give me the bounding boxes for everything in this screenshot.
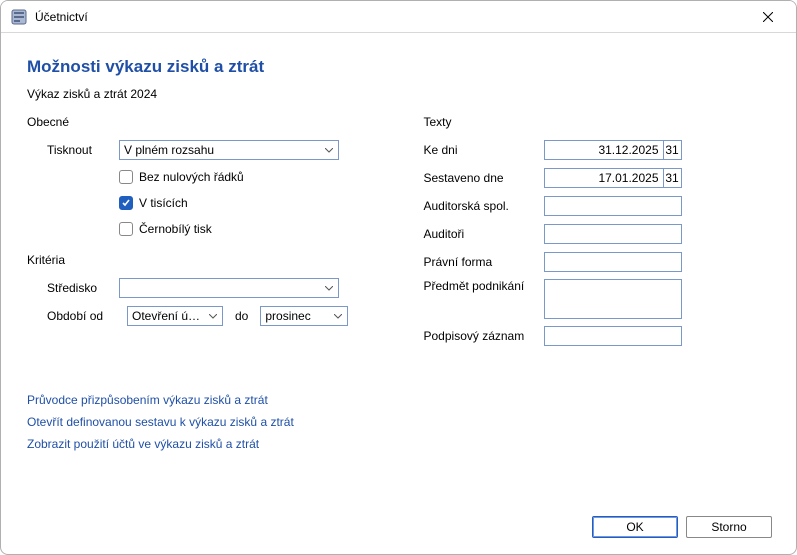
period-from-label: Období od (47, 309, 119, 323)
audit-spol-input[interactable] (544, 196, 682, 216)
checkbox-thousands[interactable]: V tisících (119, 193, 394, 213)
close-button[interactable] (748, 3, 788, 31)
window-title: Účetnictví (35, 10, 748, 24)
chevron-down-icon (320, 141, 338, 159)
period-to-label: do (235, 309, 248, 323)
checkbox-icon (119, 196, 133, 210)
podpis-label: Podpisový záznam (424, 329, 544, 343)
checkbox-bw[interactable]: Černobílý tisk (119, 219, 394, 239)
app-icon (11, 9, 27, 25)
pravni-forma-input[interactable] (544, 252, 682, 272)
period-to-combo[interactable]: prosinec (260, 306, 348, 326)
checkbox-bw-label: Černobílý tisk (139, 222, 212, 236)
checkbox-thousands-label: V tisících (139, 196, 188, 210)
audit-spol-label: Auditorská spol. (424, 199, 544, 213)
sestaveno-value: 17.01.2025 (545, 169, 663, 187)
chevron-down-icon (320, 279, 338, 297)
checkbox-nozero-label: Bez nulových řádků (139, 170, 244, 184)
print-label: Tisknout (47, 143, 119, 157)
sestaveno-label: Sestaveno dne (424, 171, 544, 185)
predmet-input[interactable] (544, 279, 682, 319)
links-section: Průvodce přizpůsobením výkazu zisků a zt… (27, 393, 770, 451)
calendar-icon[interactable]: 31 (663, 141, 681, 159)
checkbox-icon (119, 170, 133, 184)
checkbox-icon (119, 222, 133, 236)
center-combo[interactable] (119, 278, 339, 298)
calendar-icon[interactable]: 31 (663, 169, 681, 187)
ke-dni-label: Ke dni (424, 143, 544, 157)
link-wizard[interactable]: Průvodce přizpůsobením výkazu zisků a zt… (27, 393, 770, 407)
ke-dni-value: 31.12.2025 (545, 141, 663, 159)
print-combo[interactable]: V plném rozsahu (119, 140, 339, 160)
sestaveno-field[interactable]: 17.01.2025 31 (544, 168, 682, 188)
cancel-button[interactable]: Storno (686, 516, 772, 538)
center-label: Středisko (47, 281, 119, 295)
close-icon (763, 12, 773, 22)
right-column: Texty Ke dni 31.12.2025 31 Sestaveno dne… (424, 115, 771, 353)
content: Možnosti výkazu zisků a ztrát Výkaz zisk… (1, 33, 796, 451)
app-window: Účetnictví Možnosti výkazu zisků a ztrát… (0, 0, 797, 555)
titlebar: Účetnictví (1, 1, 796, 33)
left-column: Obecné Tisknout V plném rozsahu Bez nulo… (27, 115, 394, 353)
auditori-label: Auditoři (424, 227, 544, 241)
ok-button[interactable]: OK (592, 516, 678, 538)
predmet-label: Předmět podnikání (424, 279, 544, 293)
chevron-down-icon (204, 307, 222, 325)
group-criteria: Kritéria (27, 253, 394, 267)
page-title: Možnosti výkazu zisků a ztrát (27, 57, 770, 77)
link-show-usage[interactable]: Zobrazit použití účtů ve výkazu zisků a … (27, 437, 770, 451)
link-open-report[interactable]: Otevřít definovanou sestavu k výkazu zis… (27, 415, 770, 429)
group-general: Obecné (27, 115, 394, 129)
ke-dni-field[interactable]: 31.12.2025 31 (544, 140, 682, 160)
checkbox-nozero[interactable]: Bez nulových řádků (119, 167, 394, 187)
period-from-combo[interactable]: Otevření účtu (127, 306, 223, 326)
page-subtitle: Výkaz zisků a ztrát 2024 (27, 87, 770, 101)
period-to-value: prosinec (265, 309, 329, 323)
pravni-forma-label: Právní forma (424, 255, 544, 269)
chevron-down-icon (329, 307, 347, 325)
podpis-input[interactable] (544, 326, 682, 346)
period-from-value: Otevření účtu (132, 309, 204, 323)
print-combo-value: V plném rozsahu (124, 143, 320, 157)
button-bar: OK Storno (592, 516, 772, 538)
auditori-input[interactable] (544, 224, 682, 244)
group-texts: Texty (424, 115, 771, 129)
